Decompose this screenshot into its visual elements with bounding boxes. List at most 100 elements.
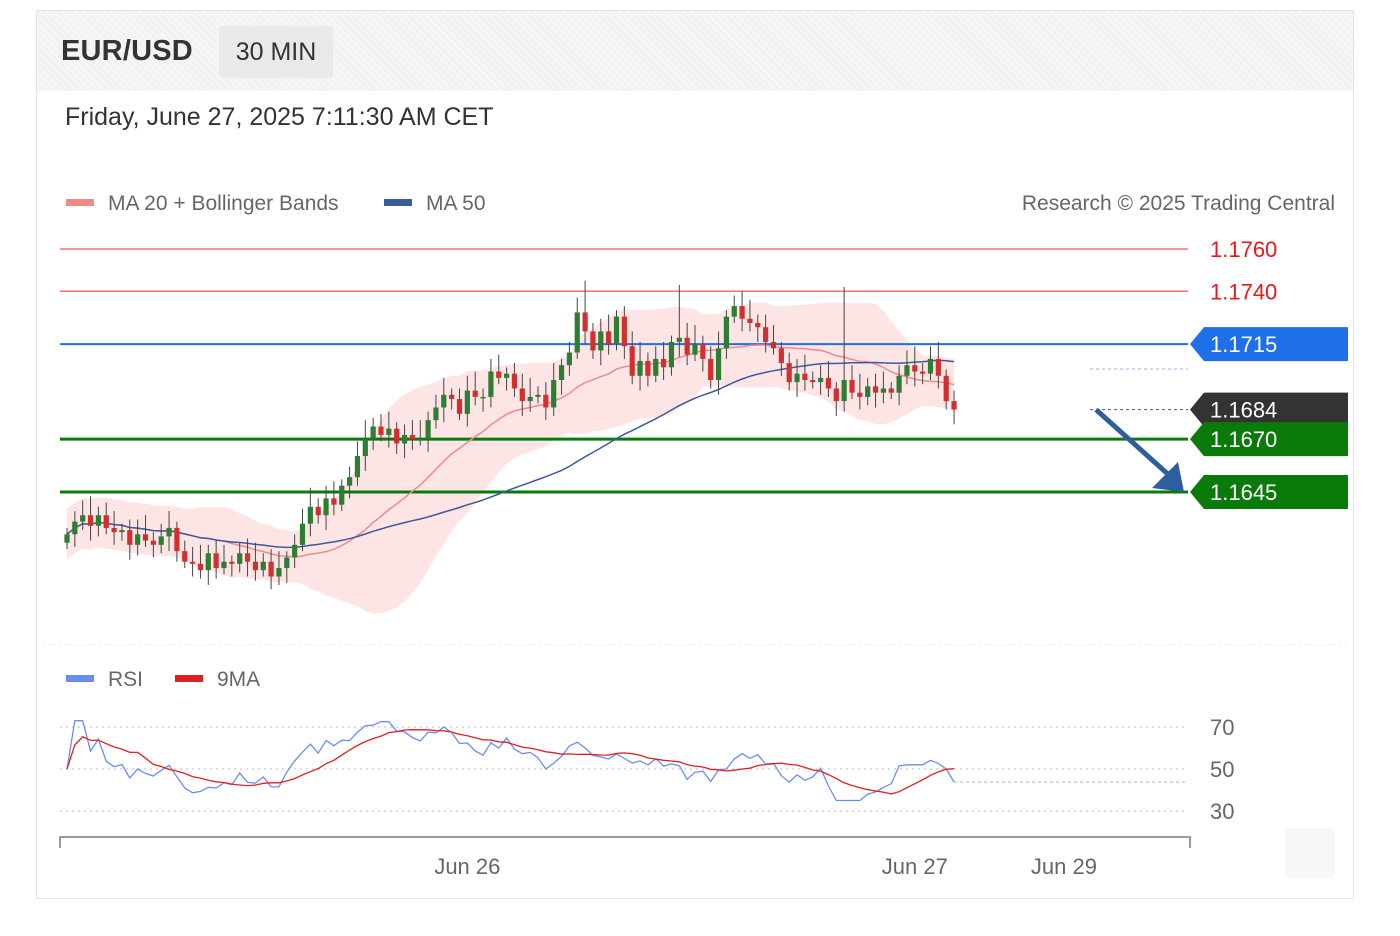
rsi-legend-swatch	[66, 675, 94, 682]
candle-body	[637, 360, 643, 376]
candle-body	[833, 388, 839, 402]
candle-body	[150, 540, 156, 545]
candle-body	[127, 530, 133, 545]
candle-body	[590, 331, 596, 351]
candle-body	[425, 420, 431, 440]
candle-body	[676, 337, 682, 342]
candle-body	[825, 377, 832, 389]
candle-body	[920, 371, 926, 374]
rsi-ma-legend-swatch	[175, 675, 203, 682]
candle-body	[315, 506, 321, 516]
candle-body	[111, 527, 117, 533]
candle-body	[142, 534, 149, 541]
corner-widget[interactable]	[1285, 828, 1335, 878]
candle-body	[64, 534, 70, 543]
x-tick-label: Jun 29	[1031, 854, 1097, 879]
candle-body	[629, 346, 635, 376]
candle-body	[417, 439, 423, 441]
candle-body	[331, 498, 337, 505]
candle-body	[268, 561, 274, 577]
candle-body	[912, 365, 918, 372]
candle-body	[433, 407, 439, 421]
x-tick-label: Jun 27	[882, 854, 948, 879]
x-tick-label: Jun 26	[434, 854, 500, 879]
candle-body	[511, 373, 518, 389]
forecast-arrow	[1094, 407, 1184, 492]
level-label-1.1740: 1.1740	[1210, 279, 1277, 304]
price-legend: MA 20 + Bollinger Bands MA 50 Research ©…	[66, 192, 1335, 215]
rsi-line	[66, 720, 955, 802]
candle-body	[190, 561, 196, 564]
credit-label: Research © 2025 Trading Central	[1022, 192, 1335, 215]
candle-body	[488, 371, 494, 397]
candle-body	[668, 341, 675, 368]
candle-body	[951, 401, 957, 410]
candle-body	[237, 553, 243, 564]
candle-body	[449, 394, 455, 400]
candle-body	[543, 394, 549, 408]
candle-body	[566, 352, 572, 366]
candle-body	[621, 316, 627, 347]
candle-body	[841, 380, 847, 402]
candle-body	[292, 544, 298, 558]
candle-body	[818, 377, 824, 383]
candle-body	[135, 534, 141, 545]
rsi-ma-line	[66, 729, 955, 795]
candle-body	[661, 358, 667, 368]
level-label-1.1670: 1.1670	[1190, 422, 1348, 457]
candle-body	[174, 527, 180, 552]
candle-body	[778, 348, 784, 364]
candle	[574, 297, 580, 359]
candle-body	[276, 568, 282, 577]
candle-body	[354, 456, 361, 478]
candle-body	[72, 521, 78, 535]
level-label-1.1715: 1.1715	[1190, 327, 1348, 362]
candle-body	[747, 318, 753, 323]
ma20-legend-swatch	[66, 199, 94, 206]
candle-body	[504, 373, 510, 378]
candle-body	[755, 322, 761, 328]
price-chart: MA 20 + Bollinger Bands MA 50 Research ©…	[44, 192, 1350, 879]
candle-body	[606, 331, 612, 345]
candle-body	[166, 527, 172, 537]
candle-body	[692, 344, 698, 355]
candle-body	[284, 557, 290, 569]
candle-body	[80, 515, 86, 522]
level-label-1.1645: 1.1645	[1190, 475, 1348, 509]
candle-body	[927, 358, 934, 374]
rsi-ma-legend-label: 9MA	[217, 668, 260, 691]
ma50-legend-swatch	[384, 199, 412, 206]
rsi-legend-label: RSI	[108, 668, 143, 691]
level-text-1.1645: 1.1645	[1210, 480, 1277, 505]
candle-body	[205, 553, 211, 571]
level-text-1.1760: 1.1760	[1210, 237, 1277, 262]
candle-body	[386, 428, 392, 435]
candle-body	[558, 365, 565, 381]
candle-body	[723, 316, 729, 349]
candle-body	[739, 306, 745, 319]
level-text-1.1684: 1.1684	[1210, 398, 1277, 423]
candle-body	[158, 536, 164, 545]
candle-body	[684, 337, 690, 355]
level-label-1.1760: 1.1760	[1210, 237, 1277, 262]
candle-body	[888, 388, 894, 393]
candle-body	[731, 306, 737, 317]
candle-body	[119, 530, 125, 533]
candle-body	[786, 363, 792, 383]
level-text-1.1670: 1.1670	[1210, 427, 1277, 452]
candle-body	[872, 386, 879, 393]
candle-body	[182, 551, 188, 562]
candle-body	[574, 312, 580, 353]
candle-body	[645, 360, 651, 376]
rsi-tick-30: 30	[1210, 799, 1234, 824]
candle-body	[613, 316, 620, 345]
candle-body	[943, 375, 949, 402]
candle-body	[598, 331, 604, 351]
level-text-1.1740: 1.1740	[1210, 279, 1277, 304]
level-label-1.1684: 1.1684	[1190, 392, 1348, 427]
ma20-legend-label: MA 20 + Bollinger Bands	[108, 192, 339, 215]
candle-body	[197, 563, 204, 571]
candle-body	[715, 348, 722, 381]
candle-body	[700, 344, 706, 359]
ma50-legend-label: MA 50	[426, 192, 486, 215]
